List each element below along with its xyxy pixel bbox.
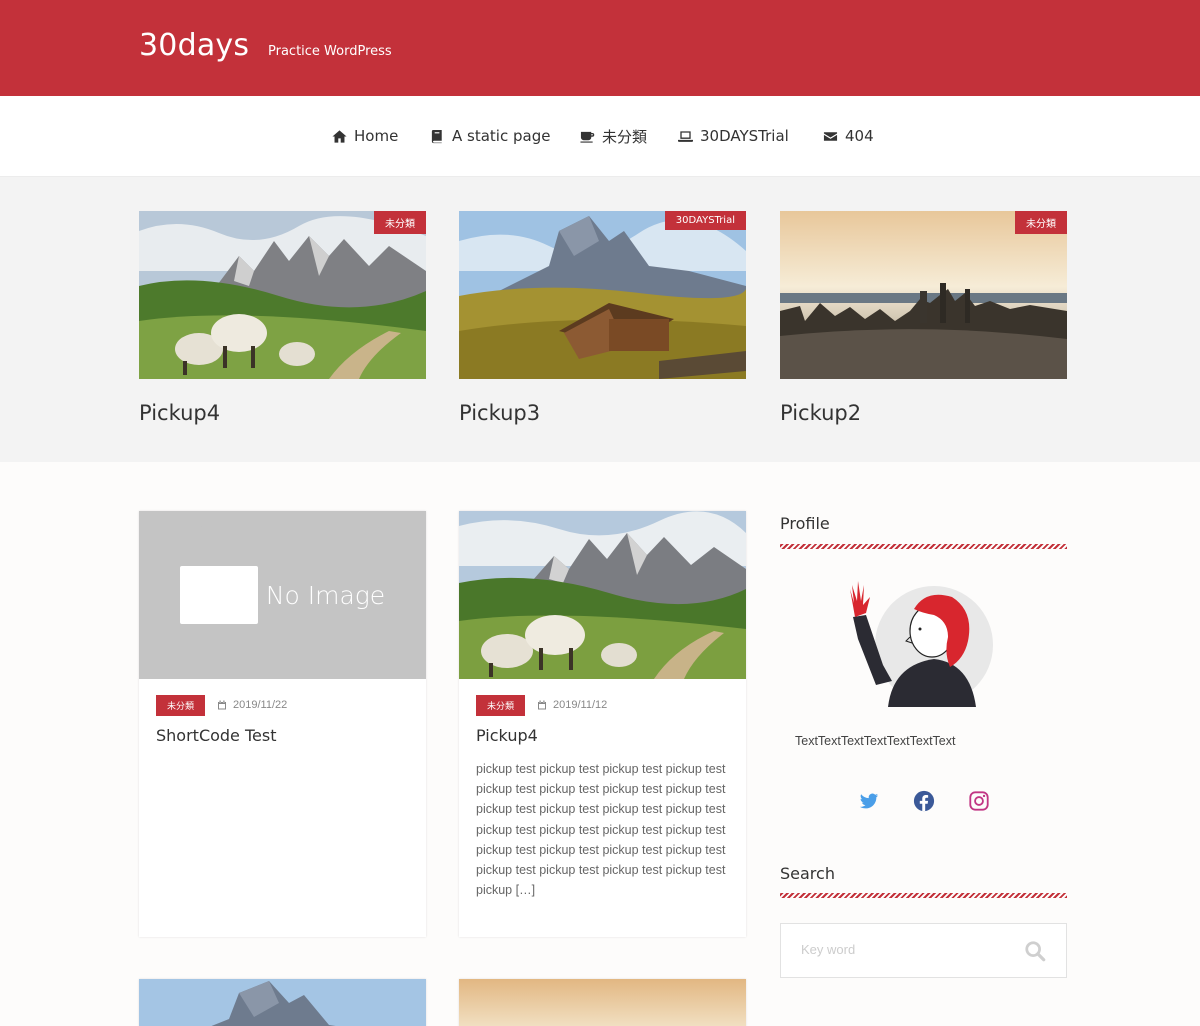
no-image-label: No Image [265, 580, 386, 610]
pickup-thumbnail[interactable]: 未分類 [139, 211, 426, 379]
nav-item-home[interactable]: Home [332, 126, 398, 146]
facebook-icon[interactable] [913, 790, 935, 812]
category-tag[interactable]: 未分類 [374, 211, 426, 234]
book-icon [431, 129, 442, 143]
search-icon[interactable] [1024, 940, 1046, 962]
nav-item-static-page[interactable]: A static page [430, 126, 550, 146]
twitter-icon[interactable] [858, 790, 880, 812]
main-nav: Home A static page 未分類 30DAYSTrial 404 [0, 96, 1200, 177]
pickup-card[interactable]: 30DAYSTrial Pickup3 [459, 211, 746, 425]
profile-text: TextTextTextTextTextTextText [795, 734, 956, 748]
nav-item-label: Home [354, 127, 399, 145]
calendar-icon [538, 700, 547, 710]
nav-item-label: 未分類 [602, 127, 648, 146]
category-tag[interactable]: 30DAYSTrial [664, 211, 746, 230]
mountains-icon [179, 511, 258, 555]
search-widget-title: Search [780, 864, 835, 883]
profile-widget-title: Profile [780, 514, 830, 533]
pickup-thumbnail[interactable]: 30DAYSTrial [459, 211, 746, 379]
profile-avatar [850, 581, 993, 707]
post-date: 2019/11/22 [217, 699, 287, 711]
post-date: 2019/11/12 [537, 699, 607, 711]
mountain-cabin-image [459, 211, 746, 379]
mountain-cabin-image [139, 979, 426, 1026]
post-body: 未分類 2019/11/12 Pickup4 pickup test picku… [459, 679, 746, 918]
city-skyline-image [780, 211, 1067, 379]
post-card[interactable]: No Image 未分類 2019/11/22 ShortCode Test [139, 511, 426, 937]
sheep-mountain-image [139, 211, 426, 379]
post-thumbnail[interactable] [459, 511, 746, 679]
nav-item-label: 30DAYSTrial [700, 127, 789, 145]
image-placeholder-icon [179, 511, 258, 624]
envelope-icon [823, 131, 838, 141]
site-title[interactable]: 30days [139, 28, 249, 63]
post-title[interactable]: ShortCode Test [156, 726, 409, 745]
nav-item-label: 404 [845, 127, 874, 145]
category-tag[interactable]: 未分類 [1015, 211, 1067, 234]
post-card[interactable] [139, 979, 426, 1026]
post-body: 未分類 2019/11/22 ShortCode Test [139, 679, 426, 763]
search-input[interactable] [801, 942, 1011, 957]
site-tagline: Practice WordPress [268, 44, 392, 59]
post-date-text: 2019/11/12 [553, 699, 608, 711]
pickup-title[interactable]: Pickup2 [780, 401, 1067, 425]
pickup-thumbnail[interactable]: 未分類 [780, 211, 1067, 379]
home-icon [332, 129, 347, 143]
nav-item-404[interactable]: 404 [823, 126, 874, 146]
post-card[interactable]: 未分類 2019/11/12 Pickup4 pickup test picku… [459, 511, 746, 937]
nav-item-label: A static page [452, 127, 551, 145]
category-tag[interactable]: 未分類 [476, 694, 526, 716]
pickup-title[interactable]: Pickup3 [459, 401, 746, 425]
laptop-icon [678, 130, 693, 142]
site-header: 30days Practice WordPress [0, 0, 1200, 96]
widget-divider [780, 893, 1067, 898]
post-thumbnail[interactable]: No Image [139, 511, 426, 679]
post-meta: 未分類 2019/11/12 [476, 694, 729, 716]
post-card[interactable] [459, 979, 746, 1026]
post-date-text: 2019/11/22 [233, 699, 288, 711]
instagram-icon[interactable] [968, 790, 990, 812]
sheep-mountain-image [459, 511, 746, 679]
post-meta: 未分類 2019/11/22 [156, 694, 409, 716]
pickup-card[interactable]: 未分類 Pickup4 [139, 211, 426, 425]
pickup-title[interactable]: Pickup4 [139, 401, 426, 425]
calendar-icon [218, 700, 227, 710]
nav-item-30daystrial[interactable]: 30DAYSTrial [678, 126, 789, 146]
nav-item-uncategorized[interactable]: 未分類 [580, 126, 647, 146]
post-title[interactable]: Pickup4 [476, 726, 729, 745]
category-tag[interactable]: 未分類 [156, 694, 206, 716]
coffee-icon [580, 131, 595, 143]
search-form [780, 923, 1067, 978]
city-skyline-image [459, 979, 746, 1026]
post-excerpt: pickup test pickup test pickup test pick… [476, 762, 726, 898]
pickup-card[interactable]: 未分類 Pickup2 [780, 211, 1067, 425]
widget-divider [780, 544, 1067, 549]
pickup-section: 未分類 Pickup4 30DAYSTrial Pickup3 未分類 Pick… [0, 177, 1200, 462]
